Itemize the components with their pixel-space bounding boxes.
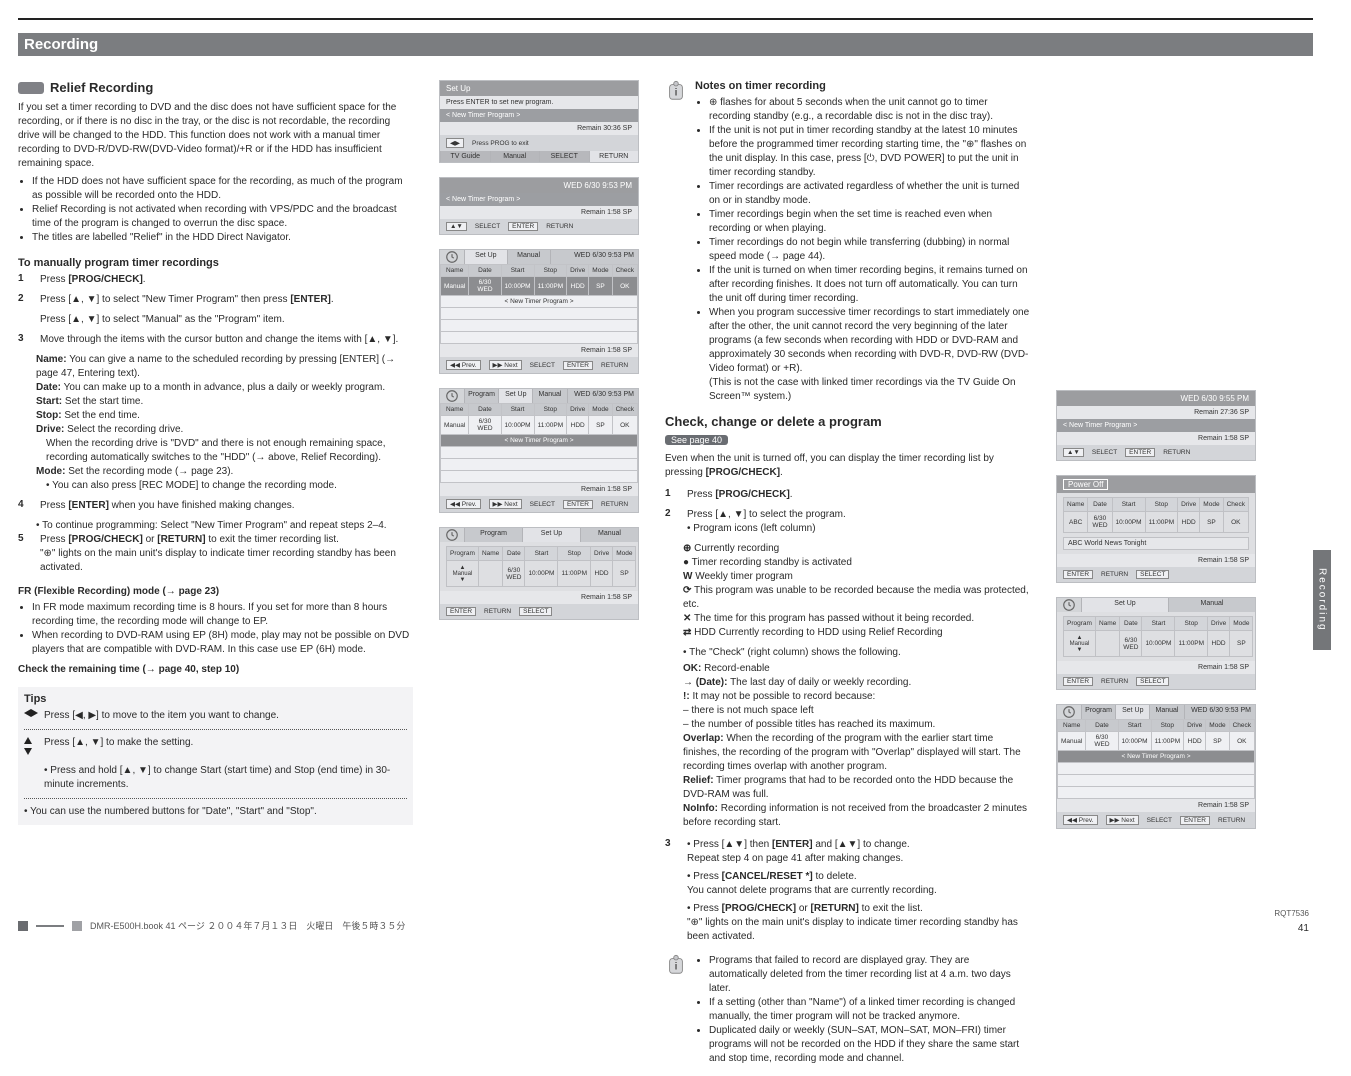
tip-text: Press [▲, ▼] to make the setting. <box>44 736 193 758</box>
osd-right-3-edit: Set Up Manual ProgramNameDateStartStopDr… <box>1056 597 1256 690</box>
step3-bullet: Press [CANCEL/RESET *] to delete.You can… <box>687 871 937 896</box>
step3-bullet: Press [▲▼] then [ENTER] and [▲▼] to chan… <box>687 839 910 864</box>
relief-bullet: Relief Recording is not activated when r… <box>32 203 413 231</box>
page-number: 41 <box>1298 923 1309 934</box>
osd-timer-list-1: Set Up Manual WED 6/30 9:53 PM NameDateS… <box>439 249 639 374</box>
section-title-band: Recording <box>18 33 1313 56</box>
step-text: Press [PROG/CHECK]. <box>40 273 146 287</box>
notes-title: Notes on timer recording <box>695 80 1030 92</box>
manual-steps: 1 Press [PROG/CHECK]. 2 Press [▲, ▼] to se… <box>18 273 413 347</box>
side-thumb-tab: Recording <box>1313 550 1331 650</box>
column-3: i Notes on timer recording ⊕ flashes for… <box>665 80 1030 1076</box>
fr-mode-title: FR (Flexible Recording) mode (→ page 23) <box>18 586 219 597</box>
tip-sub: • Press and hold [▲, ▼] to change Start … <box>44 764 407 792</box>
step3-bullet: Press [PROG/CHECK] or [RETURN] to exit t… <box>687 903 1018 942</box>
notes-list: ⊕ flashes for about 5 seconds when the u… <box>695 96 1030 404</box>
step-number: 4 <box>18 499 34 513</box>
fr-bullet: In FR mode maximum recording time is 8 h… <box>32 601 413 629</box>
step-number: 2 <box>665 508 681 536</box>
step-number: 1 <box>18 273 34 287</box>
notes-bottom: i Programs that failed to record are dis… <box>665 954 1030 1066</box>
page-top-rule <box>18 18 1313 20</box>
step-text: Press [▲, ▼] to select "New Timer Progra… <box>40 293 334 307</box>
step-number: 1 <box>665 488 681 502</box>
relief-bullet: The titles are labelled "Relief" in the … <box>32 231 413 245</box>
manual-program-subtitle: To manually program timer recordings <box>18 257 413 269</box>
step-text: Press [PROG/CHECK]. <box>687 488 793 502</box>
manual-steps-cont: 4 Press [ENTER] when you have finished ma… <box>18 499 413 513</box>
clock-icon <box>1057 598 1081 612</box>
osd-right-1: WED 6/30 9:55 PM Remain 27:36 SP < New T… <box>1056 390 1256 461</box>
drive-badge-hdd-ram <box>18 82 44 94</box>
step-text: Press [PROG/CHECK] or [RETURN] to exit t… <box>40 533 413 575</box>
step-sub: Press [▲, ▼] to select "Manual" as the "… <box>40 313 285 327</box>
info-icon: i <box>665 954 687 976</box>
relief-recording-bullets: If the HDD does not have sufficient spac… <box>18 175 413 245</box>
tip-text: Press [◀, ▶] to move to the item you wan… <box>44 709 279 723</box>
osd-timer-edit-spin: Program Set Up Manual ProgramNameDateSta… <box>439 527 639 620</box>
info-icon: i <box>665 80 687 102</box>
osd-timer-list-2: Program Set Up Manual WED 6/30 9:53 PM N… <box>439 388 639 513</box>
step-text: Press [▲, ▼] to select the program.• Pro… <box>687 508 846 536</box>
footer-doc-code: RQT7536 <box>1274 909 1309 918</box>
osd-new-timer-small: WED 6/30 9:53 PM < New Timer Program > R… <box>439 177 639 235</box>
check-change-body: Even when the unit is turned off, you ca… <box>665 452 1030 480</box>
osd-setup-new-program: Set Up Press ENTER to set new program. <… <box>439 80 639 163</box>
relief-bullet: If the HDD does not have sufficient spac… <box>32 175 413 203</box>
clock-icon <box>1057 705 1081 719</box>
check-column-legend: OK: Record-enable → (Date): The last day… <box>683 662 1030 830</box>
osd-right-2-poweroff: Power Off NameDateStartStopDriveModeChec… <box>1056 475 1256 583</box>
check-change-delete-heading: Check, change or delete a program <box>665 414 1030 429</box>
column-4-osd-screens: WED 6/30 9:55 PM Remain 27:36 SP < New T… <box>1056 80 1256 1076</box>
relief-recording-body: If you set a timer recording to DVD and … <box>18 101 413 171</box>
step-number: 5 <box>18 533 34 575</box>
tips-box: Tips Press [◀, ▶] to move to the item yo… <box>18 687 413 825</box>
osd-right-4-list: Program Set Up Manual WED 6/30 9:53 PM N… <box>1056 704 1256 829</box>
clock-icon <box>440 389 464 403</box>
notes-bottom-list: Programs that failed to record are displ… <box>695 954 1030 1066</box>
svg-text:i: i <box>675 962 678 973</box>
tip-text: • You can use the numbered buttons for "… <box>24 805 407 819</box>
timer-field-list: Name: You can give a name to the schedul… <box>36 353 413 493</box>
notes-on-timer-recording: i Notes on timer recording ⊕ flashes for… <box>665 80 1030 404</box>
fr-bullet: When recording to DVD-RAM using EP (8H) … <box>32 629 413 657</box>
clock-icon <box>440 528 464 542</box>
fr-mode-bullets: In FR mode maximum recording time is 8 h… <box>18 601 413 657</box>
column-2-osd-screens: Set Up Press ENTER to set new program. <… <box>439 80 639 1076</box>
svg-text:i: i <box>675 88 678 99</box>
icon-legend: ⊕ Currently recording ● Timer recording … <box>683 542 1030 640</box>
relief-recording-title: Relief Recording <box>50 80 153 95</box>
step-number: 3 <box>18 333 34 347</box>
relief-recording-heading: Relief Recording <box>18 80 413 95</box>
clock-icon <box>440 250 464 264</box>
tips-title: Tips <box>24 693 407 705</box>
see-page-badge: See page 40 <box>665 435 728 445</box>
step-sub: • To continue programming: Select "New T… <box>36 519 413 533</box>
check-steps: 1 Press [PROG/CHECK]. 2Press [▲, ▼] to se… <box>665 488 1030 536</box>
check-step3: 3 • Press [▲▼] then [ENTER] and [▲▼] to … <box>665 838 1030 944</box>
footer-build-stamp: DMR-E500H.book 41 ページ ２００４年７月１３日 火曜日 午後５… <box>18 919 405 932</box>
step-number: 3 <box>665 838 681 944</box>
remain-check-title: Check the remaining time (→ page 40, ste… <box>18 664 239 675</box>
step-text: Move through the items with the cursor b… <box>40 333 398 347</box>
check-col-intro: • The "Check" (right column) shows the f… <box>683 646 1030 660</box>
step-text: Press [ENTER] when you have finished mak… <box>40 499 295 513</box>
step-number: 2 <box>18 293 34 307</box>
manual-steps-cont2: 5Press [PROG/CHECK] or [RETURN] to exit … <box>18 533 413 575</box>
